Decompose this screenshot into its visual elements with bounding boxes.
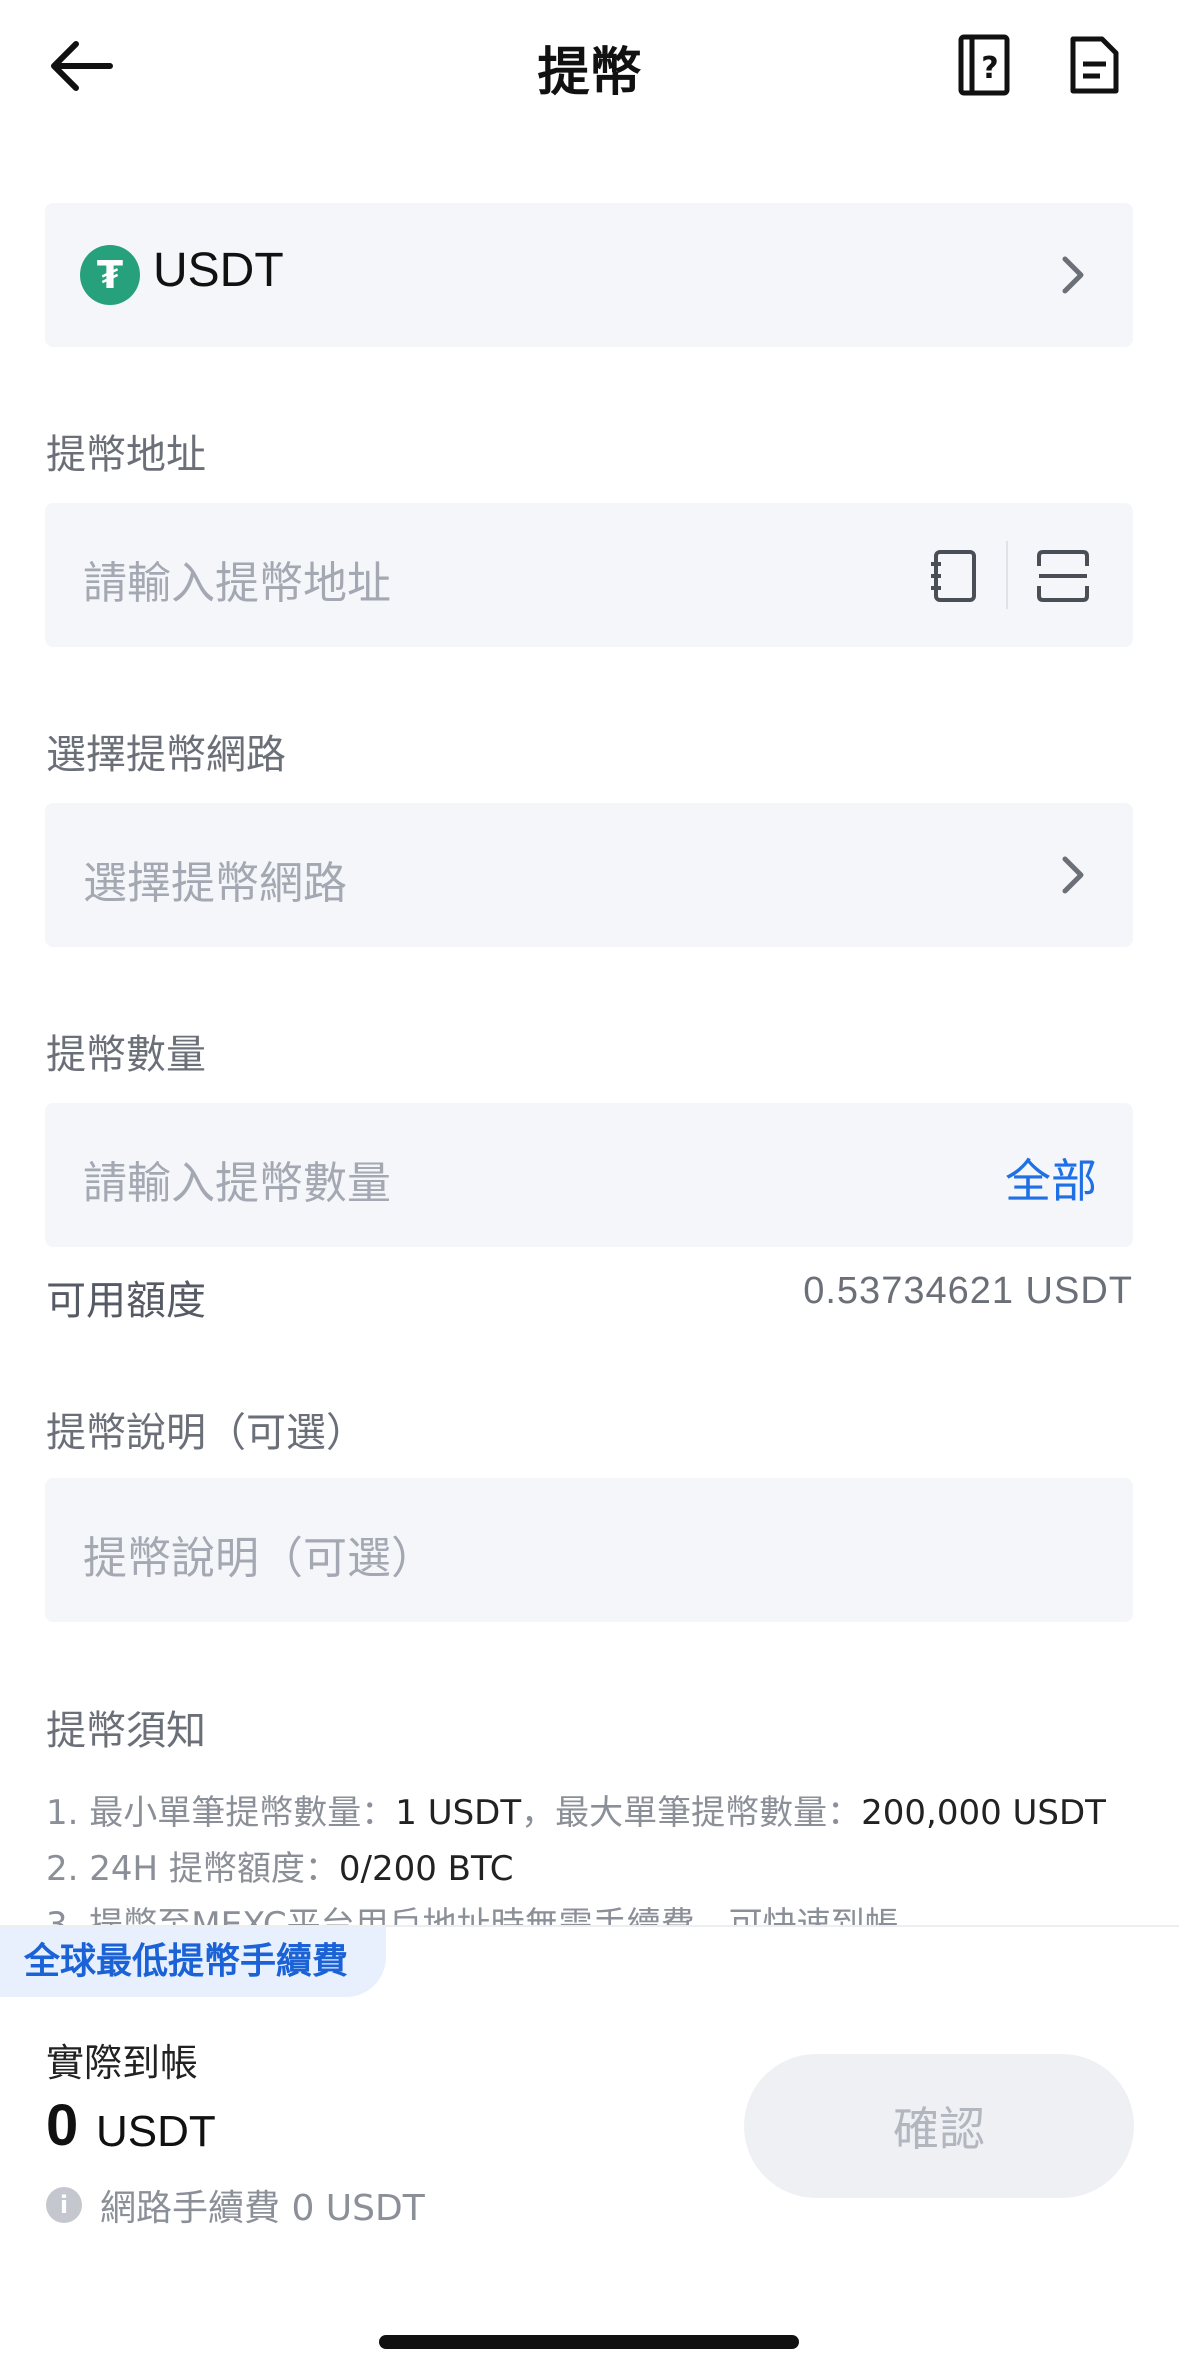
network-placeholder: 選擇提幣網路 <box>83 858 347 909</box>
records-button[interactable] <box>1062 30 1126 100</box>
document-icon <box>1070 36 1119 94</box>
amount-field[interactable]: 請輸入提幣數量 全部 <box>45 1103 1133 1247</box>
list-item: 2. 24H 提幣額度：0/200 BTC <box>46 1849 514 1889</box>
memo-label: 提幣說明（可選） <box>46 1410 366 1456</box>
notice-list: 1. 最小單筆提幣數量：1 USDT，最大單筆提幣數量：200,000 USDT… <box>46 1785 1146 1925</box>
available-value: 0.53734621 USDT <box>803 1270 1133 1312</box>
address-book-icon[interactable] <box>928 548 980 604</box>
svg-text:?: ? <box>981 51 998 86</box>
book-question-icon: ? <box>958 34 1010 96</box>
top-bar: 提幣 ? <box>0 0 1179 130</box>
address-field[interactable]: 請輸入提幣地址 <box>45 503 1133 647</box>
list-item: 3. 提幣至MEXC平台用戶地址時無需手續費，可快速到帳 <box>46 1905 899 1925</box>
actual-received-unit: USDT <box>96 2107 216 2156</box>
memo-input[interactable]: 提幣說明（可選） <box>83 1522 435 1586</box>
usdt-logo-icon: ₮ <box>80 245 140 305</box>
divider <box>1006 541 1008 609</box>
actual-received-amount: 0 <box>46 2093 79 2158</box>
chevron-right-icon <box>1062 856 1084 894</box>
address-label: 提幣地址 <box>46 432 206 478</box>
notice-title: 提幣須知 <box>46 1708 206 1754</box>
network-fee-text: 網路手續費 0 USDT <box>100 2188 425 2229</box>
available-label: 可用額度 <box>46 1278 206 1324</box>
network-selector[interactable]: 選擇提幣網路 <box>45 803 1133 947</box>
faq-button[interactable]: ? <box>952 30 1016 100</box>
chevron-right-icon <box>1062 256 1084 294</box>
coin-selector[interactable]: ₮ USDT <box>45 203 1133 347</box>
amount-label: 提幣數量 <box>46 1032 206 1078</box>
coin-name: USDT <box>153 244 284 297</box>
promo-badge: 全球最低提幣手續費 <box>0 1927 387 1997</box>
memo-field[interactable]: 提幣說明（可選） <box>45 1478 1133 1622</box>
bottom-panel: 全球最低提幣手續費 實際到帳 0 USDT i 網路手續費 0 USDT 確認 <box>0 1925 1179 2379</box>
max-amount-button[interactable]: 全部 <box>1005 1145 1097 1211</box>
network-label: 選擇提幣網路 <box>46 732 286 778</box>
amount-input[interactable]: 請輸入提幣數量 <box>83 1147 391 1211</box>
address-input[interactable]: 請輸入提幣地址 <box>83 547 391 611</box>
confirm-button[interactable]: 確認 <box>744 2054 1134 2198</box>
home-indicator <box>379 2335 799 2349</box>
list-item: 1. 最小單筆提幣數量：1 USDT，最大單筆提幣數量：200,000 USDT <box>46 1793 1106 1833</box>
actual-received-label: 實際到帳 <box>46 2041 199 2085</box>
info-icon[interactable]: i <box>46 2187 82 2223</box>
scan-icon[interactable] <box>1035 548 1091 604</box>
network-fee-row: i 網路手續費 0 USDT <box>46 2179 425 2231</box>
